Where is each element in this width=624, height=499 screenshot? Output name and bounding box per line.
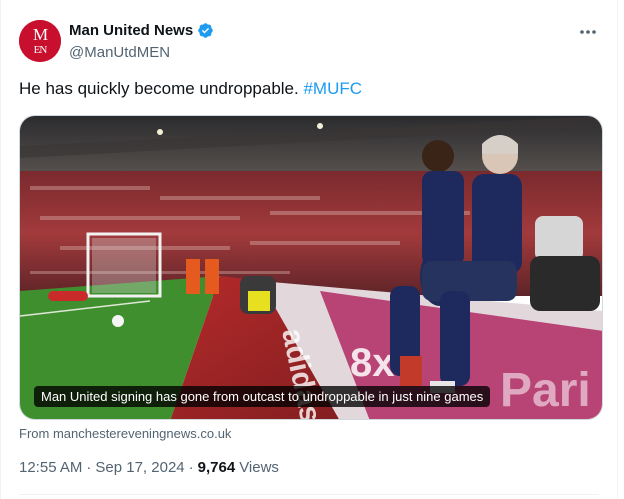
verified-badge-icon <box>198 23 213 38</box>
author-name[interactable]: Man United News <box>69 22 193 39</box>
tweet-time[interactable]: 12:55 AM <box>19 459 82 476</box>
author-handle[interactable]: @ManUtdMEN <box>69 44 170 61</box>
tweet-date[interactable]: Sep 17, 2024 <box>95 459 184 476</box>
separator-dot: · <box>86 459 92 476</box>
svg-text:EN: EN <box>34 44 48 56</box>
views-label: Views <box>239 459 279 476</box>
svg-text:Pari: Pari <box>500 364 591 417</box>
svg-text:M: M <box>33 25 48 44</box>
author-name-row: Man United News <box>69 22 214 39</box>
separator-dot: · <box>188 459 194 476</box>
divider <box>19 494 599 495</box>
tweet-text: He has quickly become undroppable. #MUFC <box>19 79 362 99</box>
hashtag-link[interactable]: #MUFC <box>303 79 362 98</box>
more-dots-icon[interactable] <box>577 22 599 42</box>
tweet-body: He has quickly become undroppable. <box>19 79 304 98</box>
link-card-caption: Man United signing has gone from outcast… <box>34 386 491 407</box>
stadium-photo: adidas 8x Pari <box>20 116 602 419</box>
link-source[interactable]: From manchestereveningnews.co.uk <box>19 426 231 441</box>
views-count: 9,764 <box>197 459 236 476</box>
men-logo-icon: M EN <box>19 20 61 62</box>
avatar[interactable]: M EN <box>19 20 61 62</box>
svg-text:8x: 8x <box>350 341 395 385</box>
link-card-image[interactable]: adidas 8x Pari Man United signing has go… <box>19 115 603 420</box>
tweet-meta: 12:55 AM · Sep 17, 2024 · 9,764 Views <box>19 459 279 476</box>
tweet-card: M EN Man United News @ManUtdMEN He has q… <box>0 0 618 499</box>
